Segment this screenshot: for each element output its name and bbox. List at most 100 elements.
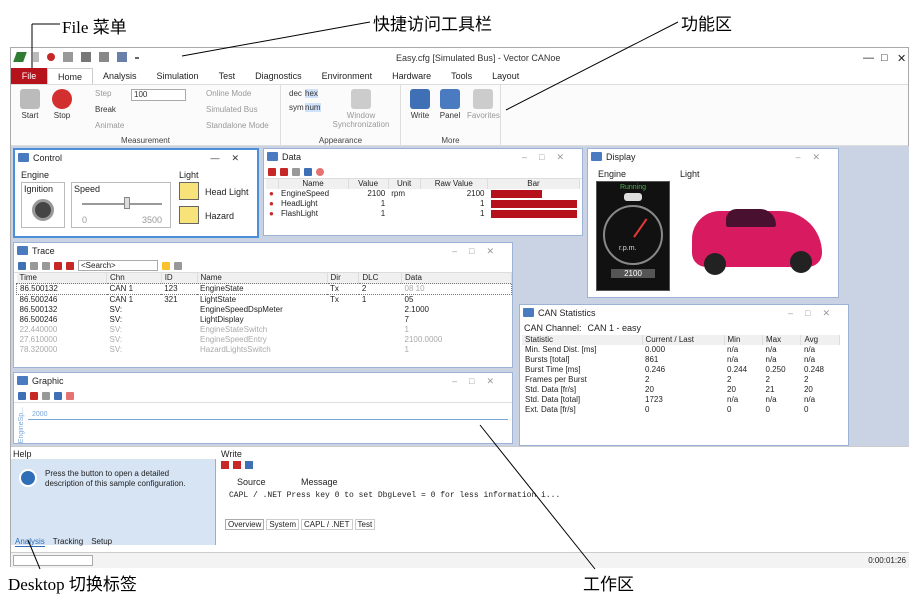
- data-window-controls[interactable]: –□✕: [522, 149, 576, 165]
- table-row[interactable]: Min. Send Dist. [ms] 0.000 n/a n/a n/a: [522, 345, 840, 355]
- tab-test[interactable]: Test: [354, 519, 376, 530]
- speed-select[interactable]: 100: [131, 89, 186, 101]
- delete-icon[interactable]: [54, 261, 62, 270]
- record-icon[interactable]: [316, 167, 324, 176]
- help-info-button[interactable]: [19, 469, 37, 487]
- tab-environment[interactable]: Environment: [312, 68, 383, 84]
- table-row[interactable]: Std. Data [total] 1723 n/a n/a n/a: [522, 395, 840, 405]
- simulated-bus-button[interactable]: Simulated Bus: [206, 105, 258, 114]
- control-window-controls[interactable]: —✕: [210, 150, 251, 166]
- break-button[interactable]: Break: [95, 105, 116, 114]
- rpm-value: 2100: [611, 269, 655, 278]
- tab-tools[interactable]: Tools: [441, 68, 482, 84]
- tab-file[interactable]: File: [11, 68, 47, 84]
- cell-name: LightState: [200, 295, 237, 304]
- favorites-button[interactable]: Favorites: [467, 89, 500, 120]
- save-icon[interactable]: [304, 167, 312, 176]
- table-row[interactable]: Ext. Data [fr/s] 0 0 0 0: [522, 405, 840, 415]
- can-stats-window-controls[interactable]: –□✕: [788, 305, 842, 321]
- fit-icon[interactable]: [54, 391, 62, 400]
- pause-icon[interactable]: [221, 461, 229, 469]
- find-icon[interactable]: [162, 261, 170, 270]
- table-row[interactable]: Burst Time [ms] 0.246 0.244 0.250 0.248: [522, 365, 840, 375]
- sym-button[interactable]: sym: [289, 103, 304, 112]
- save-as-icon[interactable]: [99, 52, 109, 62]
- tab-analysis[interactable]: Analysis: [93, 68, 147, 84]
- hex-button[interactable]: hex: [305, 89, 318, 98]
- speed-slider[interactable]: [82, 203, 162, 205]
- toggle-icon[interactable]: [30, 261, 38, 270]
- ignition-knob[interactable]: [32, 199, 54, 221]
- can-channel-select[interactable]: CAN 1 - easy: [588, 323, 708, 333]
- dec-button[interactable]: dec: [289, 89, 302, 98]
- start-small-icon[interactable]: [33, 52, 39, 62]
- minimize-button[interactable]: —: [863, 52, 874, 64]
- table-row[interactable]: ● EngineSpeed 2100 rpm 2100: [266, 189, 580, 199]
- status-input[interactable]: [13, 555, 93, 566]
- table-row[interactable]: 86.500246 SV: LightDisplay 7: [17, 315, 512, 325]
- tab-capl-net[interactable]: CAPL / .NET: [301, 519, 353, 530]
- stop-button[interactable]: Stop: [49, 89, 75, 120]
- online-mode-button[interactable]: Online Mode: [206, 89, 251, 98]
- table-row[interactable]: 22.440000 SV: EngineStateSwitch 1: [17, 325, 512, 335]
- headlight-button[interactable]: [179, 182, 199, 200]
- graphic-window-controls[interactable]: –□✕: [452, 373, 506, 389]
- tab-home[interactable]: Home: [47, 68, 94, 84]
- open-folder-icon[interactable]: [63, 52, 73, 62]
- delete-icon[interactable]: [268, 167, 276, 176]
- panel-button[interactable]: Panel: [437, 89, 463, 120]
- table-row[interactable]: Std. Data [fr/s] 20 20 21 20: [522, 385, 840, 395]
- tab-system[interactable]: System: [266, 519, 300, 530]
- table-row[interactable]: 86.500132 SV: EngineSpeedDspMeter 2.1000: [17, 305, 512, 315]
- table-row[interactable]: Bursts [total] 861 n/a n/a n/a: [522, 355, 840, 365]
- display-window-controls[interactable]: –✕: [795, 149, 832, 165]
- pause-icon[interactable]: [280, 167, 288, 176]
- speed-slider-thumb[interactable]: [124, 197, 130, 209]
- write-button[interactable]: Write: [407, 89, 433, 120]
- tab-diagnostics[interactable]: Diagnostics: [245, 68, 312, 84]
- hazard-button[interactable]: [179, 206, 199, 224]
- cell-data: 05: [404, 295, 414, 304]
- zoom-icon[interactable]: [42, 391, 50, 400]
- stop-small-icon[interactable]: [47, 53, 55, 61]
- config-icon[interactable]: [117, 52, 127, 62]
- delete-icon[interactable]: [233, 461, 241, 469]
- desktop-tab-analysis[interactable]: Analysis: [15, 537, 45, 547]
- desktop-tab-tracking[interactable]: Tracking: [53, 537, 83, 547]
- tab-hardware[interactable]: Hardware: [382, 68, 441, 84]
- trace-window-controls[interactable]: –□✕: [452, 243, 506, 259]
- table-row[interactable]: 27.610000 SV: EngineSpeedEntry 2100.0000: [17, 335, 512, 345]
- detail-icon[interactable]: [42, 261, 50, 270]
- find-icon[interactable]: [245, 461, 253, 469]
- desktop-tab-setup[interactable]: Setup: [91, 537, 112, 547]
- settings-icon[interactable]: [174, 261, 182, 270]
- line-icon[interactable]: [66, 391, 74, 400]
- standalone-mode-button[interactable]: Standalone Mode: [206, 121, 269, 130]
- step-button[interactable]: Step: [95, 89, 111, 98]
- window-sync-button[interactable]: Window Synchronization: [331, 89, 391, 129]
- table-row[interactable]: 86.500132 CAN 1 123 EngineState Tx 2 08 10: [16, 283, 512, 295]
- table-row[interactable]: 86.500246 CAN 1 321 LightState Tx 1 05: [17, 295, 512, 306]
- trace-search-input[interactable]: <Search>: [78, 260, 158, 271]
- close-button[interactable]: ✕: [897, 52, 906, 65]
- pause-icon[interactable]: [66, 261, 74, 270]
- control-header: Control —✕: [15, 150, 257, 166]
- animate-button[interactable]: Animate: [95, 121, 124, 130]
- folder-icon[interactable]: [292, 167, 300, 176]
- table-row[interactable]: ● HeadLight 1 1: [266, 199, 580, 209]
- tab-test[interactable]: Test: [209, 68, 246, 84]
- restore-button[interactable]: □: [881, 52, 888, 64]
- save-icon[interactable]: [81, 52, 91, 62]
- pause-icon[interactable]: [30, 391, 38, 400]
- tab-simulation[interactable]: Simulation: [147, 68, 209, 84]
- tab-overview[interactable]: Overview: [225, 519, 265, 530]
- start-button[interactable]: Start: [17, 89, 43, 120]
- measure-icon[interactable]: [18, 391, 26, 400]
- tab-layout[interactable]: Layout: [482, 68, 529, 84]
- filter-icon[interactable]: [18, 261, 26, 270]
- table-row[interactable]: 78.320000 SV: HazardLightsSwitch 1: [17, 345, 512, 355]
- num-button[interactable]: num: [305, 103, 321, 112]
- qat-dropdown-icon[interactable]: [135, 57, 139, 59]
- table-row[interactable]: Frames per Burst 2 2 2 2: [522, 375, 840, 385]
- table-row[interactable]: ● FlashLight 1 1: [266, 209, 580, 219]
